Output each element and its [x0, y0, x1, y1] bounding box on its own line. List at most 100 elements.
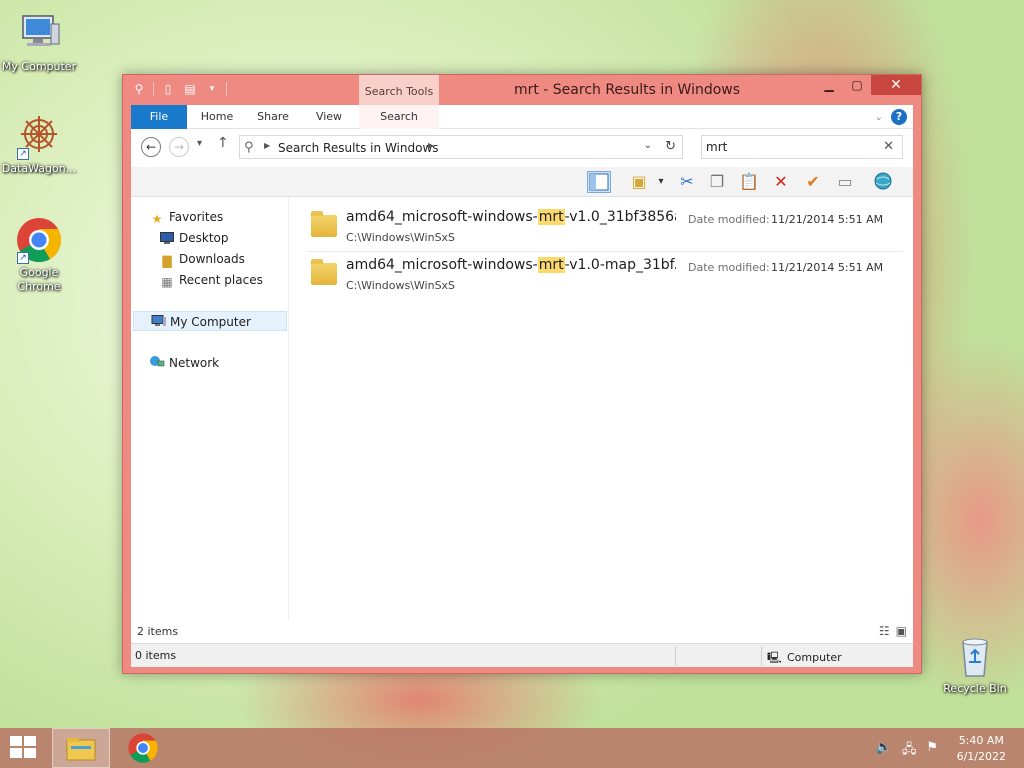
search-box[interactable]: ✕ — [701, 135, 903, 159]
details-view-icon[interactable]: ☷ — [879, 624, 890, 638]
preview-pane-icon[interactable] — [587, 171, 611, 193]
recent-locations-chevron-icon[interactable]: ▾ — [197, 138, 202, 149]
date-modified-label: Date modified: — [688, 213, 770, 226]
checkmark-icon[interactable]: ✔ — [801, 171, 825, 193]
details-status-bar: 2 items ☷ ▣ — [131, 621, 913, 643]
delete-icon[interactable]: ✕ — [769, 171, 793, 193]
network-icon — [149, 355, 165, 369]
desktop-icon-datawagon[interactable]: ↗ DataWagon... — [0, 112, 78, 176]
breadcrumb-search-results[interactable]: Search Results in Windows — [278, 141, 439, 155]
nav-label: Downloads — [179, 252, 245, 266]
cut-icon[interactable]: ✂ — [675, 171, 699, 193]
title-bar[interactable]: ⚲ ▯ ▤ ▾ Search Tools mrt - Search Result… — [123, 75, 921, 105]
content-area: ★ Favorites Desktop ▇ Downloads ▦ Recent pl… — [131, 197, 913, 643]
star-icon: ★ — [151, 212, 163, 226]
ribbon-tabs: File Home Share View Search ⌄ ? — [131, 105, 913, 129]
system-tray: 🔈 🖧 ⚑ — [876, 740, 938, 762]
computer-icon — [150, 315, 166, 329]
navigation-bar: ← → ▾ ↑ ⚲ ▶ Search Results in Windows ▶ … — [131, 129, 913, 167]
file-explorer-icon — [66, 738, 96, 761]
globe-icon[interactable] — [871, 171, 895, 193]
nav-downloads[interactable]: ▇ Downloads — [159, 249, 245, 269]
desktop-icon-my-computer[interactable]: My Computer — [0, 10, 78, 74]
item-count: 2 items — [137, 625, 179, 638]
tab-view[interactable]: View — [301, 105, 357, 129]
navigation-pane: ★ Favorites Desktop ▇ Downloads ▦ Recent pl… — [131, 197, 289, 643]
nav-recent-places[interactable]: ▦ Recent places — [159, 270, 263, 290]
desktop-icon-google-chrome[interactable]: ↗ Google Chrome — [0, 216, 78, 294]
clock-time: 5:40 AM — [958, 734, 1004, 747]
back-button[interactable]: ← — [141, 137, 161, 157]
recycle-bin-icon — [951, 632, 999, 680]
copy-icon[interactable]: ❐ — [705, 171, 729, 193]
computer-icon: 🖳 — [767, 651, 782, 664]
select-dropdown-chevron-icon[interactable]: ▾ — [649, 171, 673, 193]
minimize-button[interactable]: ▁ — [815, 75, 843, 95]
paste-icon[interactable]: 📋 — [737, 171, 761, 193]
rename-icon[interactable]: ▭ — [833, 171, 857, 193]
refresh-icon[interactable]: ↻ — [665, 139, 676, 154]
status-bar: 0 items 🖳 Computer — [131, 643, 913, 667]
window-title: mrt - Search Results in Windows — [513, 82, 741, 98]
nav-favorites[interactable]: ★ Favorites — [149, 207, 224, 227]
command-toolbar: ▣ ▾ ✂ ❐ 📋 ✕ ✔ ▭ — [131, 167, 913, 197]
tab-search[interactable]: Search — [359, 105, 439, 129]
taskbar: 🔈 🖧 ⚑ 5:40 AM 6/1/2022 — [0, 728, 1024, 768]
ribbon-controls: ⌄ ? — [875, 109, 907, 125]
computer-icon — [15, 10, 63, 58]
tab-file[interactable]: File — [131, 105, 187, 129]
nav-desktop[interactable]: Desktop — [159, 228, 229, 248]
chrome-icon — [128, 733, 158, 763]
status-divider — [761, 646, 762, 666]
result-path: C:\Windows\WinSxS — [346, 279, 456, 292]
result-name[interactable]: amd64_microsoft-windows-mrt-v1.0_31bf385… — [346, 209, 676, 225]
desktop-icon-label: My Computer — [1, 60, 77, 73]
taskbar-file-explorer[interactable] — [52, 728, 110, 768]
nav-my-computer[interactable]: My Computer — [133, 311, 287, 331]
desktop-icon-label: DataWagon... — [1, 162, 77, 175]
zone-indicator: 🖳 Computer — [767, 649, 842, 668]
taskbar-google-chrome[interactable] — [114, 728, 172, 768]
breadcrumb-separator-icon[interactable]: ▶ — [428, 141, 434, 150]
result-row[interactable]: amd64_microsoft-windows-mrt-v1.0-map_31b… — [307, 251, 907, 297]
nav-network[interactable]: Network — [149, 353, 219, 373]
nav-label: Desktop — [179, 231, 229, 245]
nav-label: Recent places — [179, 273, 263, 287]
folder-icon — [311, 259, 337, 285]
nav-label: Network — [169, 356, 220, 370]
desktop-icon-recycle-bin[interactable]: Recycle Bin — [936, 632, 1014, 696]
clear-search-icon[interactable]: ✕ — [883, 139, 894, 154]
action-center-flag-icon[interactable]: ⚑ — [926, 740, 938, 762]
tab-share[interactable]: Share — [245, 105, 301, 129]
volume-muted-icon[interactable]: 🔈 — [876, 740, 892, 762]
result-name[interactable]: amd64_microsoft-windows-mrt-v1.0-map_31b… — [346, 257, 676, 273]
help-icon[interactable]: ? — [891, 109, 907, 125]
downloads-folder-icon: ▇ — [162, 254, 172, 268]
up-arrow-icon[interactable]: ↑ — [217, 135, 229, 151]
address-bar[interactable]: ⚲ ▶ Search Results in Windows ▶ ⌄ ↻ — [239, 135, 683, 159]
tab-home[interactable]: Home — [189, 105, 245, 129]
start-button[interactable] — [10, 736, 38, 760]
taskbar-clock[interactable]: 5:40 AM 6/1/2022 — [957, 733, 1006, 765]
forward-button[interactable]: → — [169, 137, 189, 157]
view-switcher: ☷ ▣ — [879, 624, 907, 638]
result-row[interactable]: amd64_microsoft-windows-mrt-v1.0_31bf385… — [307, 203, 907, 249]
search-input[interactable] — [706, 137, 876, 157]
maximize-button[interactable]: ▢ — [843, 75, 871, 95]
network-status-icon[interactable]: 🖧 — [902, 740, 917, 762]
shortcut-arrow-icon: ↗ — [17, 252, 29, 264]
large-icons-view-icon[interactable]: ▣ — [896, 624, 907, 638]
close-button[interactable]: ✕ — [871, 75, 921, 95]
select-folder-icon[interactable]: ▣ — [627, 171, 651, 193]
folder-icon — [311, 211, 337, 237]
selection-count: 0 items — [135, 649, 177, 662]
explorer-window: ⚲ ▯ ▤ ▾ Search Tools mrt - Search Result… — [122, 74, 922, 674]
status-divider — [675, 646, 676, 666]
recent-places-icon: ▦ — [161, 275, 173, 289]
result-path: C:\Windows\WinSxS — [346, 231, 456, 244]
address-dropdown-chevron-icon[interactable]: ⌄ — [644, 140, 652, 151]
search-location-icon: ⚲ — [244, 140, 254, 155]
breadcrumb-separator-icon[interactable]: ▶ — [264, 141, 270, 150]
expand-ribbon-chevron-icon[interactable]: ⌄ — [875, 112, 883, 123]
date-modified-label: Date modified: — [688, 261, 770, 274]
